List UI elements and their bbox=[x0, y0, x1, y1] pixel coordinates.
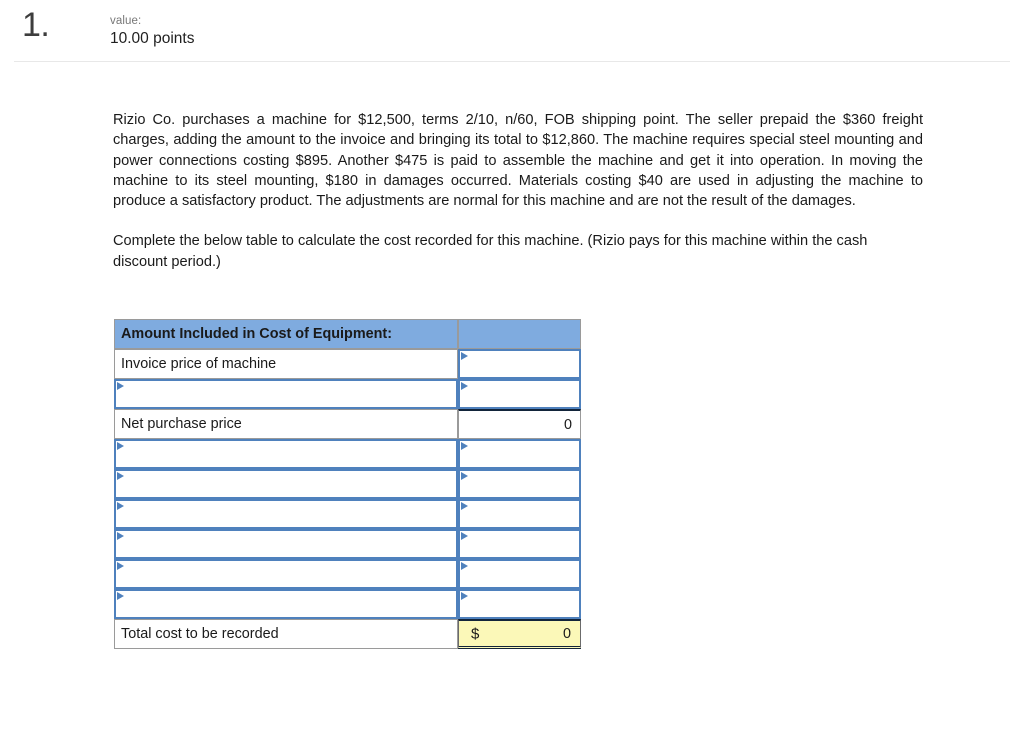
row-label-input-6[interactable] bbox=[114, 529, 458, 559]
row-label-net-purchase-price: Net purchase price bbox=[114, 409, 458, 439]
row-value-input-5[interactable] bbox=[458, 499, 581, 529]
row-value-net-purchase-price: 0 bbox=[458, 409, 581, 439]
cell-marker-icon bbox=[117, 562, 124, 570]
cell-marker-icon bbox=[461, 472, 468, 480]
question-header: 1. value: 10.00 points bbox=[0, 0, 1024, 62]
row-value-input-7[interactable] bbox=[458, 559, 581, 589]
cell-marker-icon bbox=[461, 562, 468, 570]
cell-marker-icon bbox=[117, 502, 124, 510]
table-header-value bbox=[458, 319, 581, 349]
table-row bbox=[114, 559, 581, 589]
problem-paragraph-2: Complete the below table to calculate th… bbox=[113, 233, 868, 270]
cell-marker-icon bbox=[117, 472, 124, 480]
cell-marker-icon bbox=[461, 532, 468, 540]
row-value-input-0[interactable] bbox=[458, 349, 581, 379]
row-label-input-7[interactable] bbox=[114, 559, 458, 589]
cell-marker-icon bbox=[461, 502, 468, 510]
value-label: value: bbox=[110, 15, 142, 27]
table-total-row: Total cost to be recorded $ 0 bbox=[114, 619, 581, 649]
row-value-input-6[interactable] bbox=[458, 529, 581, 559]
total-amount: 0 bbox=[562, 625, 571, 642]
cell-marker-icon bbox=[461, 352, 468, 360]
row-value-input-4[interactable] bbox=[458, 469, 581, 499]
cell-marker-icon bbox=[117, 532, 124, 540]
table-header-label: Amount Included in Cost of Equipment: bbox=[114, 319, 458, 349]
table-row: Net purchase price 0 bbox=[114, 409, 581, 439]
cell-marker-icon bbox=[461, 442, 468, 450]
cell-marker-icon bbox=[117, 442, 124, 450]
row-label-invoice-price: Invoice price of machine bbox=[114, 349, 458, 379]
row-value-input-3[interactable] bbox=[458, 439, 581, 469]
row-label-input-3[interactable] bbox=[114, 439, 458, 469]
row-label-input-1[interactable] bbox=[114, 379, 458, 409]
cost-of-equipment-table: Amount Included in Cost of Equipment: In… bbox=[114, 319, 581, 649]
points-value: 10.00 points bbox=[110, 30, 195, 47]
table-row bbox=[114, 379, 581, 409]
table-row bbox=[114, 589, 581, 619]
header-divider bbox=[14, 61, 1010, 62]
table-header-row: Amount Included in Cost of Equipment: bbox=[114, 319, 581, 349]
cell-marker-icon bbox=[461, 592, 468, 600]
row-value-input-8[interactable] bbox=[458, 589, 581, 619]
question-number: 1. bbox=[22, 6, 50, 44]
value-block: value: 10.00 points bbox=[110, 14, 194, 49]
row-value-input-1[interactable] bbox=[458, 379, 581, 409]
problem-body: Rizio Co. purchases a machine for $12,50… bbox=[113, 110, 923, 272]
table-row bbox=[114, 499, 581, 529]
row-label-input-8[interactable] bbox=[114, 589, 458, 619]
cell-marker-icon bbox=[117, 382, 124, 390]
currency-symbol: $ bbox=[471, 625, 480, 642]
problem-paragraph-1: Rizio Co. purchases a machine for $12,50… bbox=[113, 112, 923, 210]
table-row bbox=[114, 439, 581, 469]
total-label: Total cost to be recorded bbox=[114, 619, 458, 649]
table-row: Invoice price of machine bbox=[114, 349, 581, 379]
cell-marker-icon bbox=[461, 382, 468, 390]
table-row bbox=[114, 469, 581, 499]
row-label-input-4[interactable] bbox=[114, 469, 458, 499]
cell-marker-icon bbox=[117, 592, 124, 600]
table-row bbox=[114, 529, 581, 559]
row-label-input-5[interactable] bbox=[114, 499, 458, 529]
total-value-cell: $ 0 bbox=[458, 619, 581, 649]
